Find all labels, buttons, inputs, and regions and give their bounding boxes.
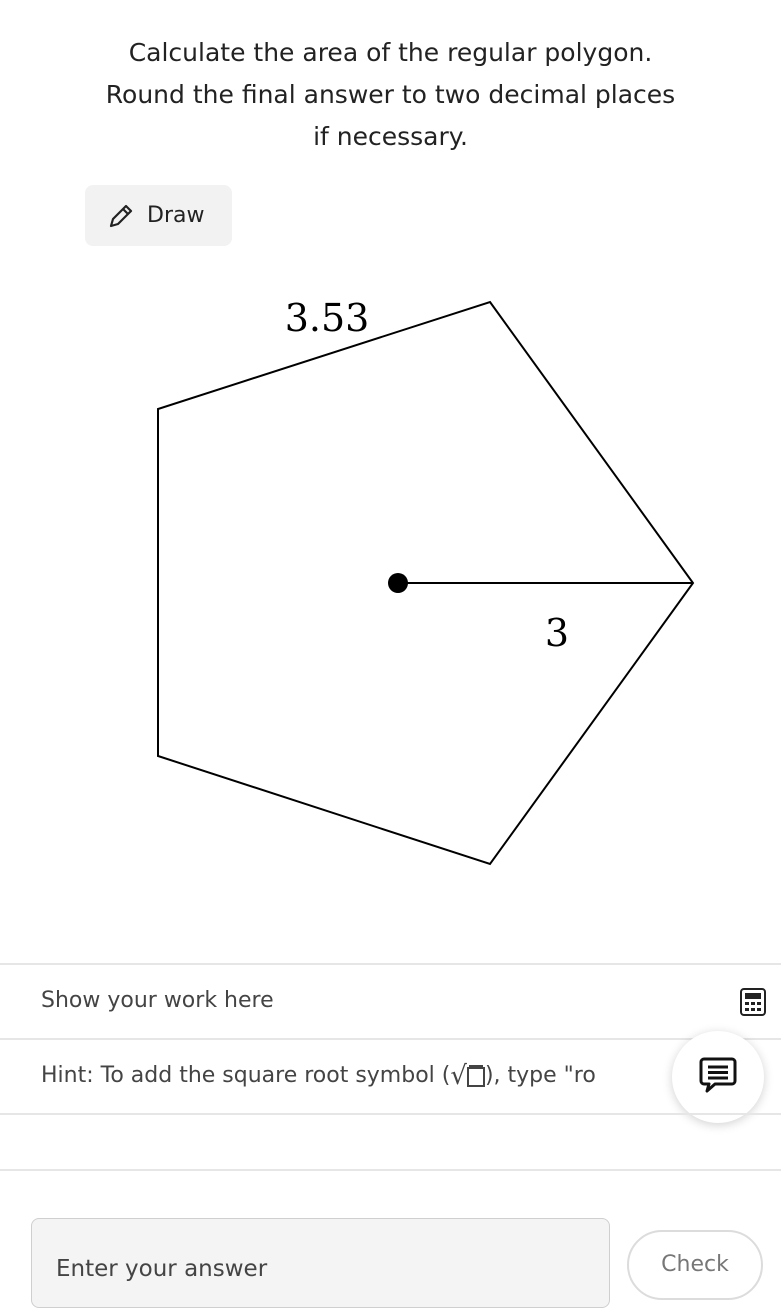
divider-top (0, 963, 781, 965)
hint-suffix: ), type "ro (484, 1063, 596, 1088)
answer-input[interactable] (31, 1218, 610, 1308)
chat-button[interactable] (672, 1031, 764, 1123)
hint-text: Hint: To add the square root symbol (√),… (41, 1062, 671, 1090)
question-line-1: Calculate the area of the regular polygo… (128, 38, 653, 67)
question-line-2: Round the final answer to two decimal pl… (105, 80, 676, 109)
divider-hint (0, 1113, 781, 1115)
divider-work (0, 1038, 781, 1040)
apothem-length-label: 3 (545, 611, 569, 655)
draw-button-label: Draw (147, 203, 205, 228)
side-length-label: 3.53 (285, 296, 370, 340)
question-line-3: if necessary. (313, 122, 468, 151)
hint-prefix: Hint: To add the square root symbol ( (41, 1063, 451, 1088)
chat-bubble-icon (698, 1055, 738, 1099)
draw-button[interactable]: Draw (85, 185, 232, 246)
question-text: Calculate the area of the regular polygo… (40, 32, 741, 158)
divider-bottom (0, 1169, 781, 1171)
center-point (388, 573, 408, 593)
polygon-figure: 3.53 3 (0, 270, 781, 910)
calculator-icon[interactable] (740, 988, 766, 1016)
square-root-symbol-icon: √ (450, 1062, 485, 1090)
check-button[interactable]: Check (627, 1230, 763, 1300)
show-work-label: Show your work here (41, 988, 274, 1013)
pencil-icon (106, 199, 140, 233)
